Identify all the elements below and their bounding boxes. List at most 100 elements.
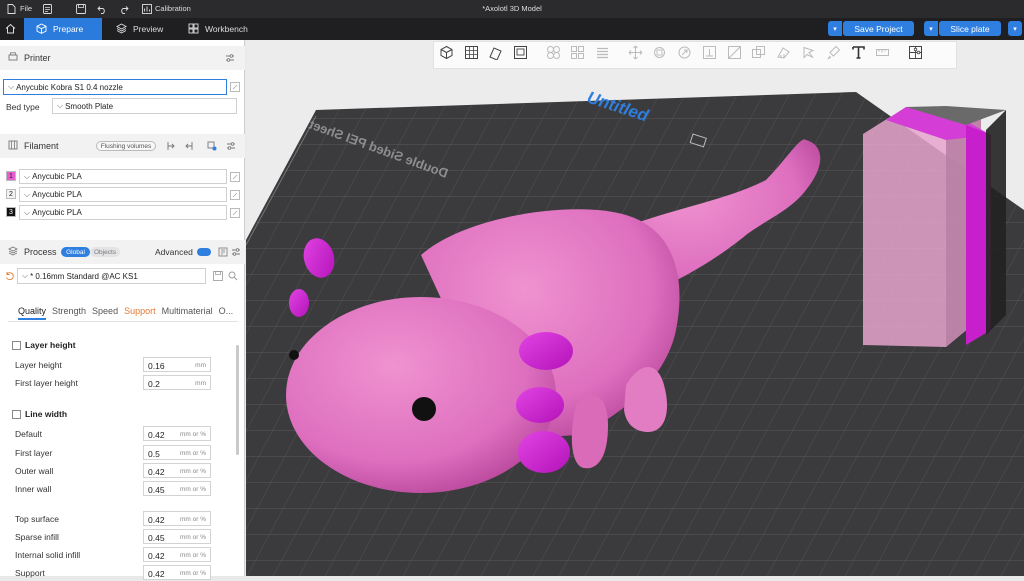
slice-plate-dropdown[interactable]: ▾ (924, 21, 938, 36)
parameter-label: Inner wall (15, 484, 52, 494)
split-objects-button[interactable] (543, 45, 563, 65)
search-icon[interactable] (228, 271, 238, 283)
sidebar-scrollbar[interactable] (236, 345, 239, 455)
filament-settings-icon[interactable] (226, 141, 236, 153)
parameter-input[interactable]: 0.5 mm or % (143, 445, 211, 460)
printer-name: Anycubic Kobra S1 0.4 nozzle (16, 82, 123, 92)
bed-type-label: Bed type (6, 102, 40, 112)
home-icon (5, 23, 16, 36)
printer-select[interactable]: ⌵ Anycubic Kobra S1 0.4 nozzle (3, 79, 227, 95)
sync-filament-icon[interactable] (207, 141, 217, 153)
add-cube-icon (439, 45, 454, 65)
subtab-multimaterial[interactable]: Multimaterial (162, 306, 213, 320)
process-settings-icon[interactable] (231, 247, 241, 259)
more-actions-dropdown[interactable]: ▾ (1008, 21, 1022, 36)
assembly-puzzle-icon (908, 45, 923, 65)
rotate-button[interactable] (650, 45, 670, 65)
edit-filament-icon[interactable] (230, 208, 240, 218)
tab-workbench-label: Workbench (205, 24, 248, 34)
parameter-unit: mm or % (180, 534, 206, 541)
bed-type-select[interactable]: ⌵ Smooth Plate (52, 98, 237, 114)
axolotl-head (286, 297, 556, 493)
tab-prepare[interactable]: Prepare (24, 18, 102, 40)
home-button[interactable] (0, 18, 22, 40)
orient-button[interactable] (486, 45, 506, 65)
mesh-boolean-button[interactable] (749, 45, 769, 65)
filament-select[interactable]: ⌵ Anycubic PLA (19, 205, 227, 220)
edit-filament-icon[interactable] (230, 190, 240, 200)
tab-preview[interactable]: Preview (104, 18, 176, 40)
save-profile-icon[interactable] (213, 271, 223, 283)
add-plate-button[interactable] (461, 45, 481, 65)
parameter-row: First layer 0.5 mm or % (15, 445, 215, 461)
edit-printer-icon[interactable] (230, 82, 240, 92)
assembly-view-button[interactable] (905, 45, 925, 65)
scene-svg: Untitled Double Sided PEI Sheet (246, 88, 1024, 576)
lay-on-face-button[interactable] (699, 45, 719, 65)
parameter-value: 0.45 (148, 533, 165, 543)
parameter-input[interactable]: 0.16 mm (143, 357, 211, 372)
seam-painting-icon (801, 45, 816, 65)
add-object-button[interactable] (436, 45, 456, 65)
chevron-down-icon: ⌵ (22, 271, 29, 280)
printer-settings-icon[interactable] (225, 53, 235, 65)
filament-color-swatch[interactable]: 3 (6, 207, 16, 217)
layer-height-group-label: Layer height (25, 340, 76, 350)
parameter-unit: mm or % (180, 516, 206, 523)
parameter-input[interactable]: 0.42 mm or % (143, 565, 211, 580)
filament-select[interactable]: ⌵ Anycubic PLA (19, 187, 227, 202)
support-painting-button[interactable] (774, 45, 794, 65)
parameter-label: Top surface (15, 514, 59, 524)
chevron-down-icon: ⌵ (24, 171, 31, 181)
subtab-quality[interactable]: Quality (18, 306, 47, 320)
subtab-others[interactable]: O... (219, 306, 234, 320)
global-toggle[interactable]: Global (61, 247, 90, 257)
layers-editing-button[interactable] (593, 45, 613, 65)
chevron-down-icon: ⌵ (57, 101, 64, 110)
objects-toggle[interactable]: Objects (90, 247, 120, 257)
advanced-toggle[interactable] (197, 248, 211, 256)
split-parts-icon (570, 45, 585, 65)
save-project-dropdown[interactable]: ▾ (828, 21, 842, 36)
measure-button[interactable] (873, 45, 893, 65)
parameter-input[interactable]: 0.42 mm or % (143, 547, 211, 562)
save-project-button[interactable]: Save Project (843, 21, 914, 36)
remove-filament-icon[interactable] (184, 141, 194, 153)
process-profile-select[interactable]: ⌵ * 0.16mm Standard @AC KS1 (17, 268, 206, 284)
arrange-button[interactable] (511, 45, 531, 65)
chevron-down-icon: ⌵ (8, 82, 15, 91)
split-parts-button[interactable] (568, 45, 588, 65)
parameter-input[interactable]: 0.45 mm or % (143, 529, 211, 544)
filament-color-swatch[interactable]: 2 (6, 189, 16, 199)
filament-select[interactable]: ⌵ Anycubic PLA (19, 169, 227, 184)
color-painting-button[interactable] (823, 45, 843, 65)
edit-filament-icon[interactable] (230, 172, 240, 182)
paint-brush-icon (826, 45, 841, 65)
compare-icon[interactable] (218, 247, 228, 259)
parameter-row: First layer height 0.2 mm (15, 375, 215, 391)
seam-painting-button[interactable] (799, 45, 819, 65)
move-button[interactable] (625, 45, 645, 65)
add-filament-icon[interactable] (166, 141, 176, 153)
parameter-input[interactable]: 0.42 mm or % (143, 426, 211, 441)
axolotl-gill-right-3 (518, 431, 570, 473)
slice-plate-button[interactable]: Slice plate (939, 21, 1001, 36)
filament-color-swatch[interactable]: 1 (6, 171, 16, 181)
chevron-down-icon: ▾ (1013, 25, 1017, 33)
cut-button[interactable] (724, 45, 744, 65)
text-tool-button[interactable] (848, 45, 868, 65)
3d-viewport[interactable]: Untitled Double Sided PEI Sheet (246, 40, 1024, 576)
parameter-input[interactable]: 0.45 mm or % (143, 481, 211, 496)
flushing-volumes-button[interactable]: Flushing volumes (96, 141, 156, 151)
subtab-support[interactable]: Support (124, 306, 156, 320)
tab-workbench[interactable]: Workbench (176, 18, 262, 40)
parameter-input[interactable]: 0.2 mm (143, 375, 211, 390)
subtab-strength[interactable]: Strength (52, 306, 86, 320)
scale-button[interactable] (675, 45, 695, 65)
reset-icon[interactable] (5, 271, 15, 283)
subtab-speed[interactable]: Speed (92, 306, 118, 320)
rotate-icon (652, 45, 667, 65)
parameter-input[interactable]: 0.42 mm or % (143, 511, 211, 526)
process-section-title: Process (24, 247, 57, 257)
parameter-input[interactable]: 0.42 mm or % (143, 463, 211, 478)
